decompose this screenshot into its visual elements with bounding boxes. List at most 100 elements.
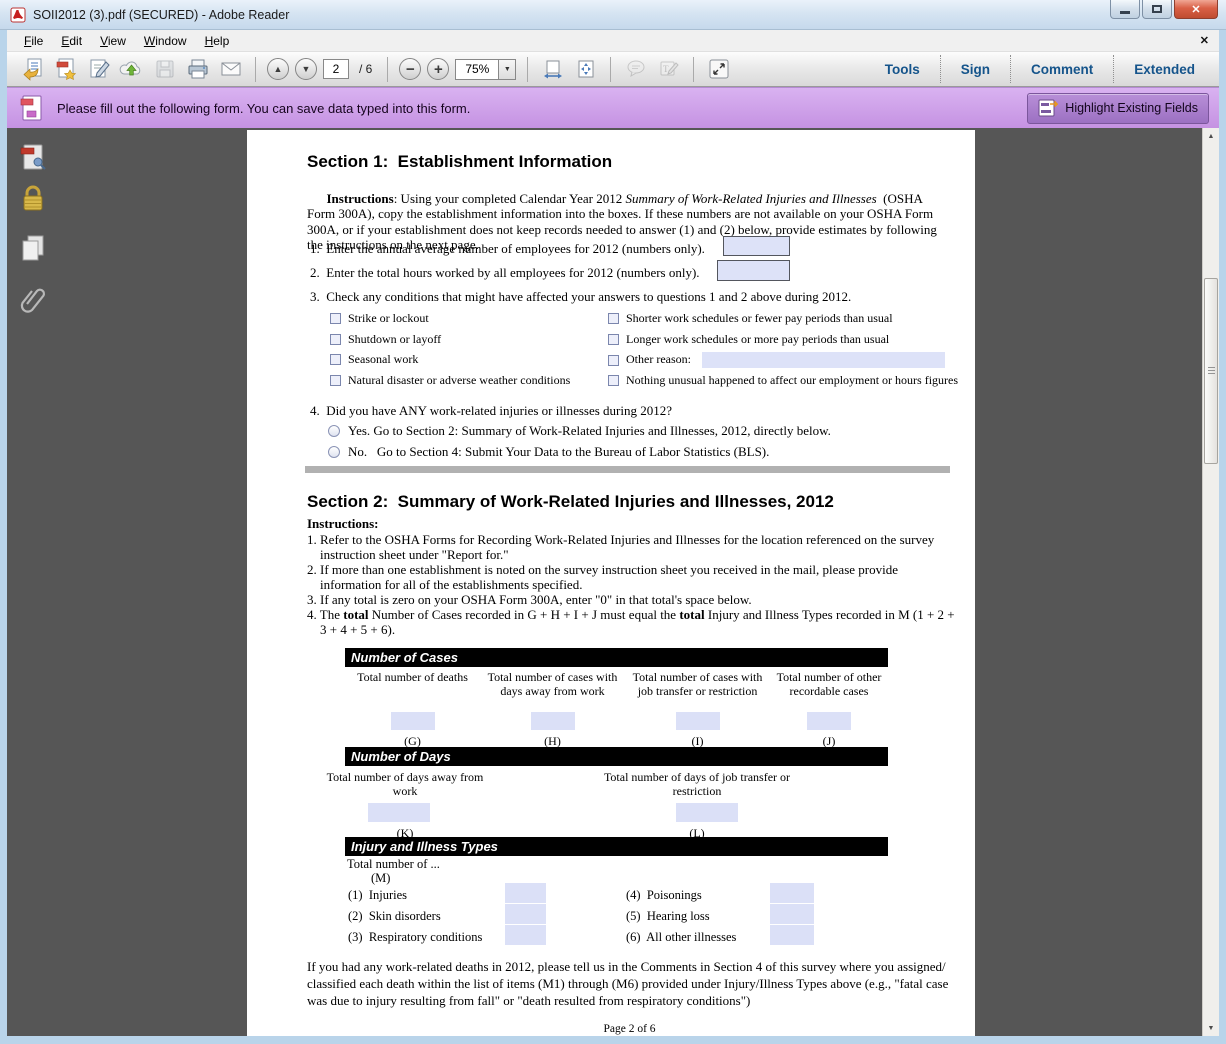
checkbox-label: Natural disaster or adverse weather cond… [348,373,570,389]
hours-worked-input[interactable] [717,260,790,281]
page-number-input[interactable] [323,59,349,79]
open-icon [21,57,45,81]
maximize-button[interactable] [1142,0,1172,19]
document-canvas: Section 1: Establishment Information Ins… [7,128,1219,1036]
days-away-input[interactable] [368,803,430,822]
zoom-out-button[interactable]: − [399,58,421,80]
sign-text-button[interactable]: T [655,56,682,83]
condition-checkbox-row: Seasonal work [330,352,418,368]
employees-count-input[interactable] [723,236,790,256]
no-radio-label: No. Go to Section 4: Submit Your Data to… [348,444,769,460]
injuries-input[interactable] [505,883,546,903]
create-pdf-button[interactable] [52,56,79,83]
menu-window[interactable]: Window [135,31,196,51]
longer-schedules-checkbox[interactable] [608,334,619,345]
yes-radio-label: Yes. Go to Section 2: Summary of Work-Re… [348,423,831,439]
shorter-schedules-checkbox[interactable] [608,313,619,324]
shutdown-layoff-checkbox[interactable] [330,334,341,345]
fit-page-icon [575,58,597,80]
email-button[interactable] [217,56,244,83]
seasonal-work-checkbox[interactable] [330,354,341,365]
next-page-icon: ▼ [302,64,311,74]
sign-text-icon: T [657,57,681,81]
question3-label: 3. Check any conditions that might have … [310,289,851,305]
fill-sign-button[interactable] [85,56,112,83]
tools-link[interactable]: Tools [865,62,940,77]
minimize-button[interactable] [1110,0,1140,19]
zoom-dropdown-button[interactable]: ▼ [498,60,515,79]
total-deaths-input[interactable] [391,712,435,730]
no-radio[interactable] [328,446,340,458]
other-reason-checkbox[interactable] [608,355,619,366]
comment-note-button[interactable] [622,56,649,83]
strike-lockout-checkbox[interactable] [330,313,341,324]
window-controls: ✕ [1108,0,1218,19]
menu-help[interactable]: Help [196,31,239,51]
zoom-in-button[interactable]: + [427,58,449,80]
save-button[interactable] [151,56,178,83]
type-label: (1) Injuries [348,888,407,904]
menu-file[interactable]: File [15,31,52,51]
skin-disorders-input[interactable] [505,904,546,924]
pages-copy-icon[interactable] [18,232,48,264]
nothing-unusual-checkbox[interactable] [608,375,619,386]
hearing-loss-input[interactable] [770,904,814,924]
types-subtitle-key: (M) [371,871,390,887]
days-job-transfer-input[interactable] [676,803,738,822]
security-lock-icon[interactable] [18,183,48,215]
scroll-down-icon: ▼ [1208,1025,1215,1032]
checkbox-label: Shorter work schedules or fewer pay peri… [626,311,893,327]
scroll-up-button[interactable]: ▲ [1203,128,1219,144]
cases-days-away-input[interactable] [531,712,575,730]
scrollbar-thumb[interactable] [1204,278,1218,464]
poisonings-input[interactable] [770,883,814,903]
zoom-level-select[interactable]: 75% ▼ [455,59,516,80]
other-recordable-cases-input[interactable] [807,712,851,730]
form-document-icon [19,94,45,122]
instruction-item: 2. If more than one establishment is not… [307,562,959,592]
type-label: (3) Respiratory conditions [348,930,482,946]
zoom-out-icon: − [406,61,415,78]
other-reason-input[interactable] [702,352,945,368]
type-label: (2) Skin disorders [348,909,441,925]
toolbar-separator [527,57,528,82]
column-header: Total number of days away from work [325,770,485,798]
previous-page-button[interactable]: ▲ [267,58,289,80]
toolbar-separator [693,57,694,82]
cloud-upload-button[interactable] [118,56,145,83]
next-page-button[interactable]: ▼ [295,58,317,80]
reading-mode-button[interactable] [705,56,732,83]
scroll-down-button[interactable]: ▼ [1203,1020,1219,1036]
scroll-up-icon: ▲ [1208,133,1215,140]
sign-link[interactable]: Sign [941,62,1010,77]
natural-disaster-checkbox[interactable] [330,375,341,386]
window-title: SOII2012 (3).pdf (SECURED) - Adobe Reade… [33,8,289,22]
open-button[interactable] [19,56,46,83]
section2-instructions-list: 1. Refer to the OSHA Forms for Recording… [307,532,959,637]
menu-edit[interactable]: Edit [52,31,91,51]
highlight-existing-fields-label: Highlight Existing Fields [1065,101,1198,115]
comment-link[interactable]: Comment [1011,62,1113,77]
cases-job-transfer-input[interactable] [676,712,720,730]
print-button[interactable] [184,56,211,83]
fit-width-button[interactable] [539,56,566,83]
page-thumbnails-icon[interactable] [18,142,48,174]
menu-view[interactable]: View [91,31,135,51]
attachments-paperclip-icon[interactable] [18,282,48,314]
toolbar-separator [387,57,388,82]
all-other-illnesses-input[interactable] [770,925,814,945]
chevron-down-icon: ▼ [504,66,511,73]
reading-mode-icon [707,57,731,81]
section-divider [305,466,950,473]
type-label: (4) Poisonings [626,888,702,904]
yes-radio[interactable] [328,425,340,437]
extended-link[interactable]: Extended [1114,62,1215,77]
instruction-item: 1. Refer to the OSHA Forms for Recording… [307,532,959,562]
fit-page-button[interactable] [572,56,599,83]
highlight-existing-fields-button[interactable]: Highlight Existing Fields [1027,93,1209,124]
close-button[interactable]: ✕ [1174,0,1218,19]
vertical-scrollbar[interactable]: ▲ ▼ [1202,128,1219,1036]
menubar-close-icon[interactable]: ✕ [1200,34,1209,47]
respiratory-conditions-input[interactable] [505,925,546,945]
column-header: Total number of cases with job transfer … [625,670,770,712]
